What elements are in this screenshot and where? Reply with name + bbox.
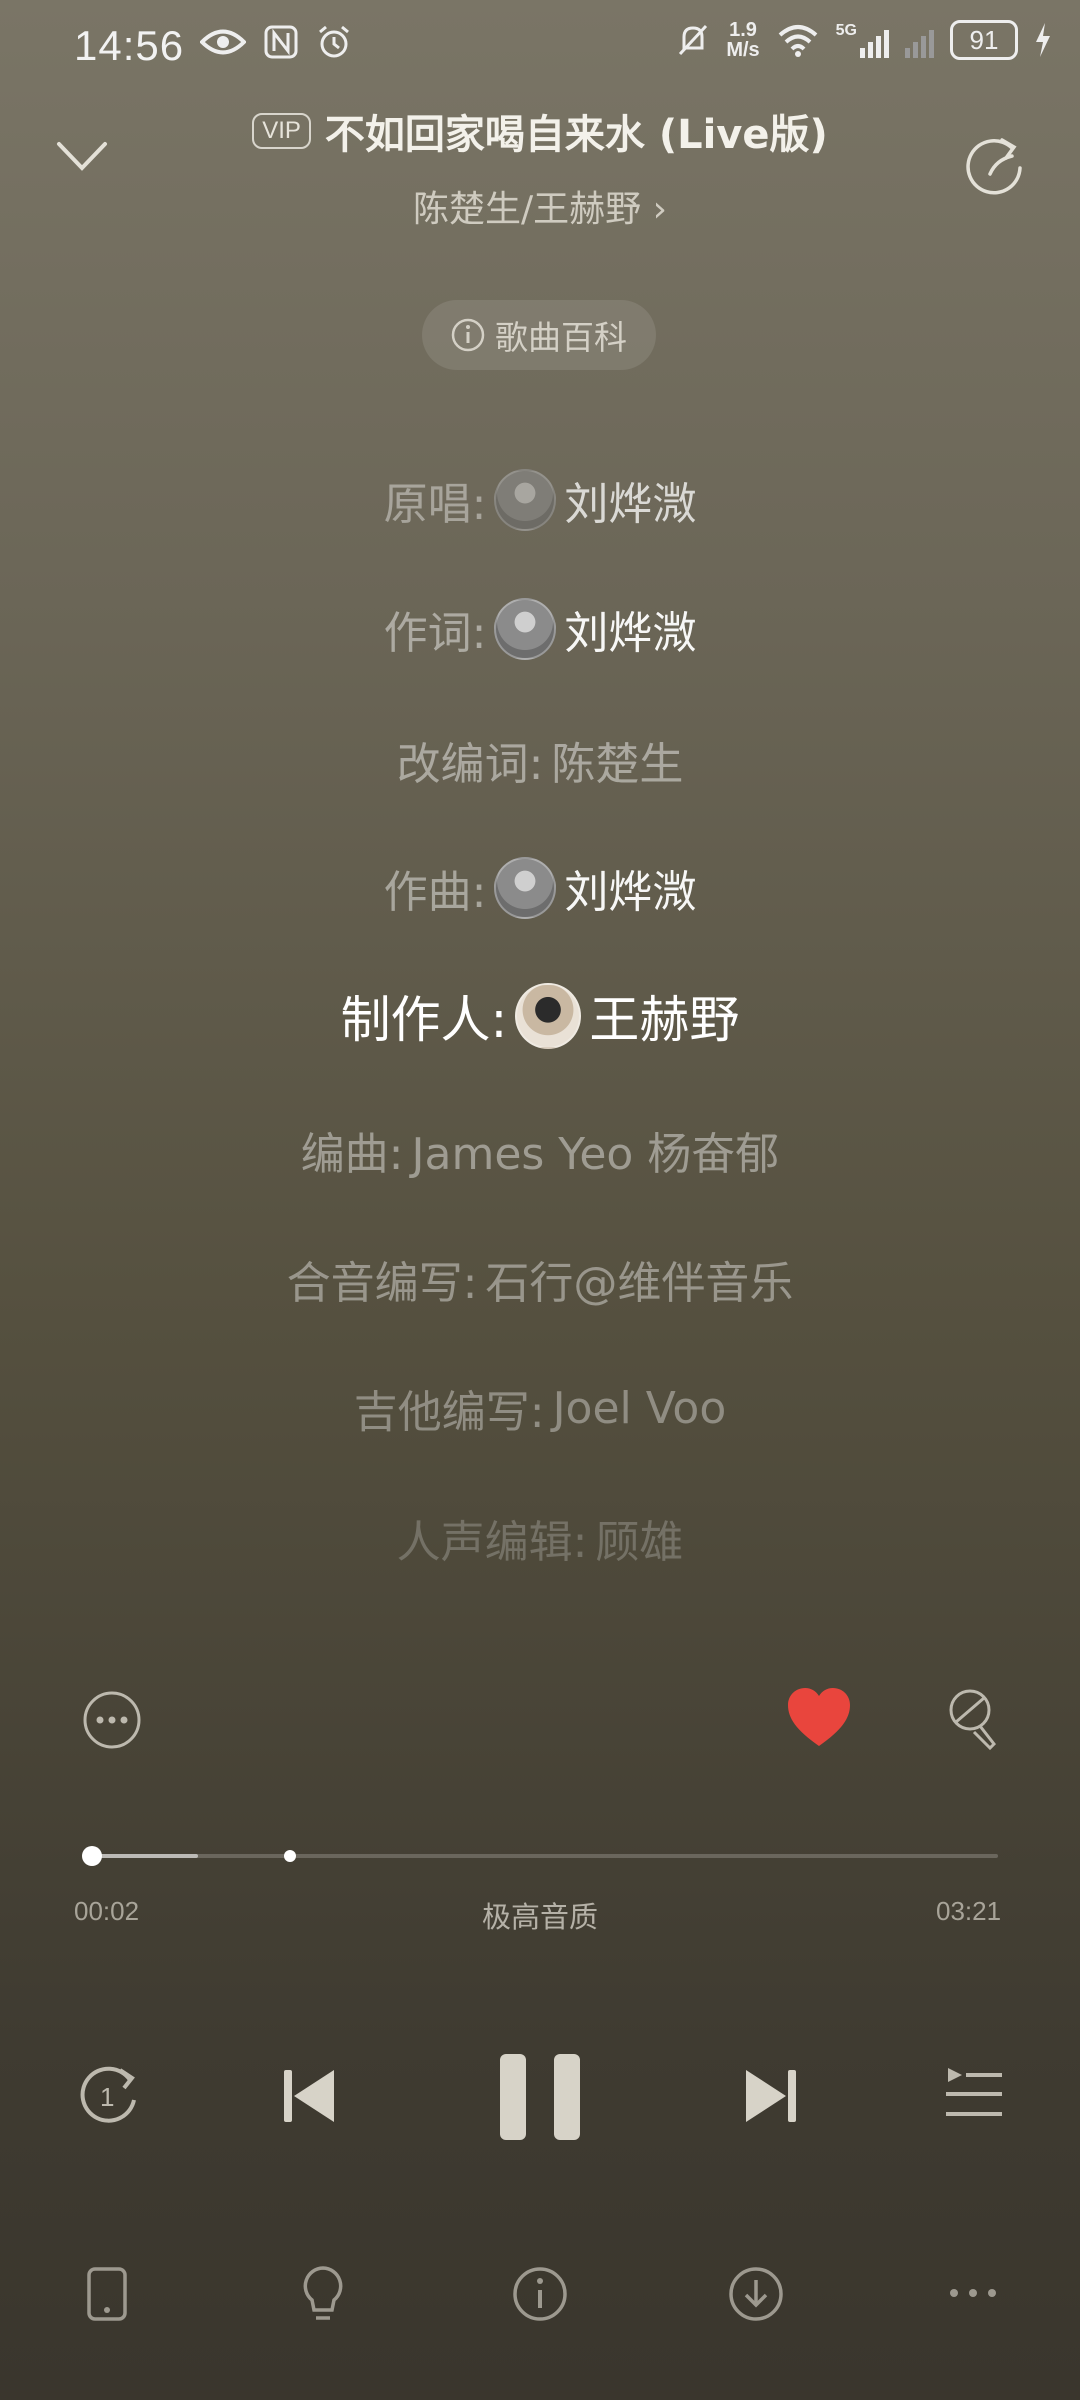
credit-label: 原唱: (383, 479, 487, 530)
credit-name[interactable]: 刘烨溦 (564, 597, 696, 661)
playlist-icon[interactable] (944, 2064, 1004, 2124)
credit-vocal-editing: 人声编辑: 顾雄 (0, 1506, 1080, 1570)
wiki-label: 歌曲百科 (495, 318, 627, 357)
status-time: 14:56 (74, 22, 185, 69)
nfc-icon (264, 25, 298, 59)
credit-name: 顾雄 (595, 1517, 684, 1568)
artist-link[interactable]: 陈楚生/王赫野 › (0, 180, 1080, 232)
karaoke-mic-icon[interactable] (946, 1688, 1002, 1752)
credit-composer: 作曲: 刘烨溦 (0, 856, 1080, 920)
credit-guitar: 吉他编写: Joel Voo (0, 1376, 1080, 1440)
mute-bell-icon (679, 24, 708, 56)
avatar[interactable] (515, 983, 582, 1049)
wifi-icon (778, 25, 817, 57)
audio-quality-button[interactable]: 极高音质 (0, 1894, 1080, 1936)
credit-label: 作曲: (383, 867, 487, 918)
avatar[interactable] (494, 598, 557, 660)
credit-label: 作词: (383, 608, 487, 659)
credit-lyricist: 作词: 刘烨溦 (0, 597, 1080, 661)
credit-producer: 制作人: 王赫野 (0, 980, 1080, 1052)
artist-names: 陈楚生/王赫野 (413, 189, 642, 230)
artist-chevron-icon: › (652, 189, 667, 230)
credit-name[interactable]: 王赫野 (589, 980, 739, 1052)
song-title: 不如回家喝自来水 (Live版) (324, 112, 828, 158)
status-left-icons (200, 24, 352, 60)
cell-signal: 5G (836, 22, 889, 58)
credit-name[interactable]: 刘烨溦 (564, 468, 696, 532)
credit-original-singer: 原唱: 刘烨溦 (0, 468, 1080, 532)
cell-signal-2 (905, 22, 934, 58)
more-icon[interactable] (948, 2286, 998, 2300)
next-track-icon[interactable] (740, 2066, 800, 2126)
repeat-one-icon[interactable]: 1 (74, 2060, 144, 2130)
credit-name: James Yeo 杨奋郁 (411, 1129, 780, 1180)
battery-indicator: 91 (950, 20, 1018, 60)
song-title-row: VIP 不如回家喝自来水 (Live版) (0, 102, 1080, 160)
credit-name: Joel Voo (552, 1382, 727, 1434)
credit-label: 人声编辑: (396, 1517, 588, 1568)
progress-marker (284, 1850, 296, 1862)
heart-like-icon[interactable] (786, 1686, 852, 1748)
song-wiki-button[interactable]: 歌曲百科 (422, 300, 656, 370)
credit-label: 吉他编写: (353, 1387, 545, 1438)
alarm-icon (319, 25, 349, 58)
credit-label: 改编词: (396, 739, 544, 790)
previous-track-icon[interactable] (280, 2066, 340, 2126)
avatar[interactable] (494, 857, 557, 919)
pause-icon[interactable] (498, 2052, 584, 2142)
credit-label: 编曲: (300, 1129, 404, 1180)
progress-knob[interactable] (82, 1846, 102, 1866)
credit-arranger: 编曲: James Yeo 杨奋郁 (0, 1118, 1080, 1182)
progress-track[interactable] (84, 1854, 998, 1858)
credit-name[interactable]: 刘烨溦 (564, 856, 696, 920)
charging-icon (1036, 23, 1050, 57)
credit-name: 陈楚生 (551, 739, 684, 790)
eye-icon (200, 29, 246, 55)
total-time: 03:21 (936, 1896, 1002, 1926)
device-phone-icon[interactable] (86, 2266, 128, 2322)
credit-label: 制作人: (340, 991, 508, 1049)
status-right-icons: 1.9 M/s 5G 91 (676, 20, 1052, 60)
lightbulb-icon[interactable] (300, 2264, 346, 2324)
info-icon (451, 318, 485, 352)
credit-adapted-lyrics: 改编词: 陈楚生 (0, 728, 1080, 792)
more-options-circle-icon[interactable] (82, 1690, 142, 1750)
song-info-icon[interactable] (512, 2266, 568, 2322)
signal-label: 5G (835, 22, 857, 39)
credit-name: 石行@维伴音乐 (485, 1258, 794, 1309)
download-icon[interactable] (728, 2266, 784, 2322)
net-speed: 1.9 M/s (726, 19, 760, 61)
avatar[interactable] (494, 469, 557, 531)
credit-backing-vocals: 合音编写: 石行@维伴音乐 (0, 1247, 1080, 1311)
svg-text:1: 1 (100, 2082, 114, 2112)
vip-badge: VIP (252, 113, 311, 149)
credit-label: 合音编写: (286, 1258, 478, 1309)
